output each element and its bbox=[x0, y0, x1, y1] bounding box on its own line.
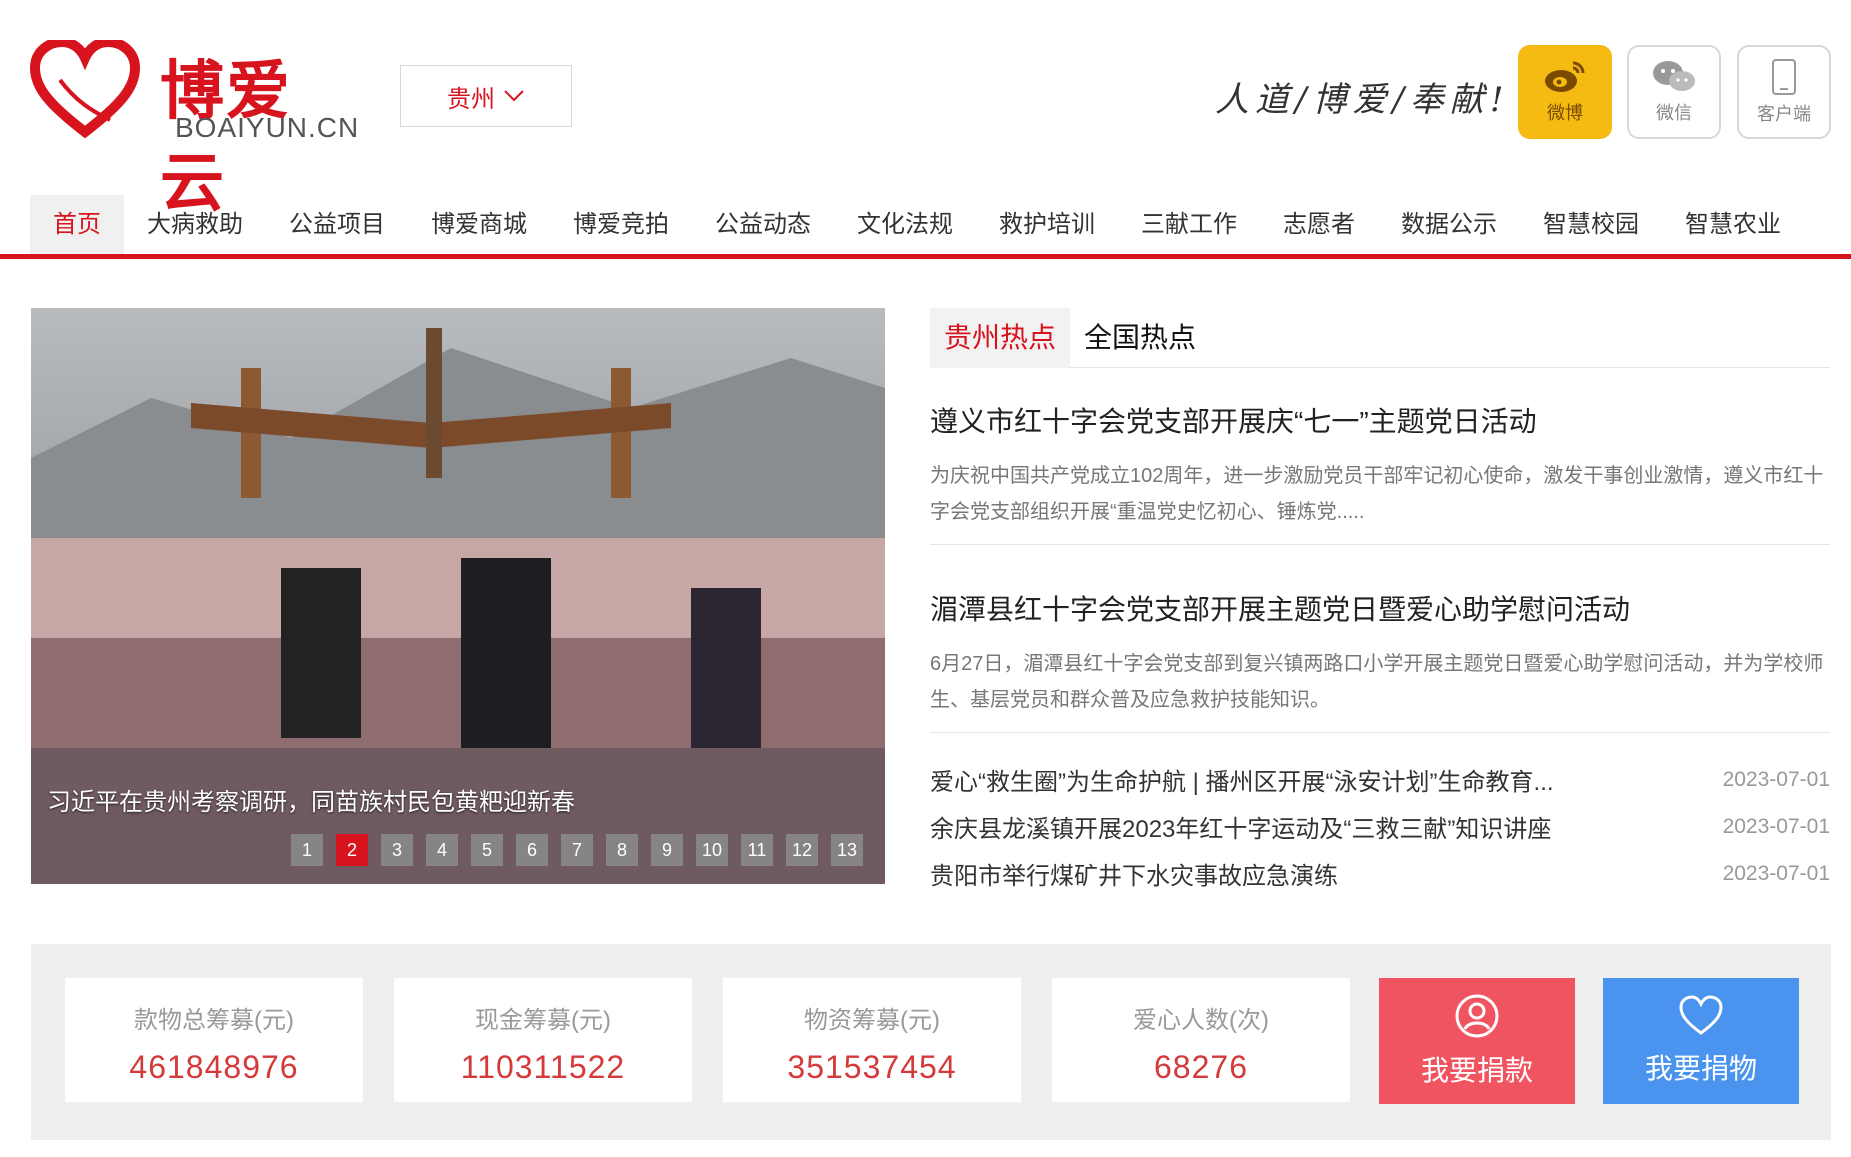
stat-value: 68276 bbox=[1154, 1049, 1248, 1085]
tab-national-hot[interactable]: 全国热点 bbox=[1070, 308, 1210, 368]
weibo-button[interactable]: 微博 bbox=[1518, 45, 1612, 139]
client-label: 客户端 bbox=[1757, 104, 1811, 124]
carousel-page-button[interactable]: 1 bbox=[291, 834, 323, 866]
stat-value: 351537454 bbox=[787, 1049, 957, 1085]
nav-item[interactable]: 博爱竞拍 bbox=[550, 195, 692, 254]
stat-goods: 物资筹募(元) 351537454 bbox=[723, 978, 1021, 1102]
article-summary: 为庆祝中国共产党成立102周年，进一步激励党员干部牢记初心使命，激发干事创业激情… bbox=[930, 465, 1824, 523]
nav-item[interactable]: 数据公示 bbox=[1378, 195, 1520, 254]
nav-item[interactable]: 大病救助 bbox=[124, 195, 266, 254]
stat-label: 爱心人数(次) bbox=[1133, 1007, 1269, 1034]
site-logo[interactable]: 博爱云 BOAIYUN.CN bbox=[30, 40, 358, 221]
donate-goods-label: 我要捐物 bbox=[1644, 1053, 1757, 1084]
article-title[interactable]: 湄潭县红十字会党支部开展主题党日暨爱心助学慰问活动 bbox=[930, 588, 1830, 628]
article-summary: 6月27日，湄潭县红十字会党支部到复兴镇两路口小学开展主题党日暨爱心助学慰问活动… bbox=[930, 653, 1824, 711]
nav-item[interactable]: 首页 bbox=[30, 195, 124, 254]
news-carousel[interactable]: 习近平在贵州考察调研，同苗族村民包黄粑迎新春 1 2 3 4 5 6 7 8 9 10 11 12 13 bbox=[31, 308, 885, 884]
stat-cash: 现金筹募(元) 110311522 bbox=[394, 978, 692, 1102]
stat-donors: 爱心人数(次) 68276 bbox=[1052, 978, 1350, 1102]
carousel-page-button[interactable]: 6 bbox=[516, 834, 548, 866]
stat-total: 款物总筹募(元) 461848976 bbox=[65, 978, 363, 1102]
carousel-page-button[interactable]: 13 bbox=[831, 834, 863, 866]
stat-value: 110311522 bbox=[460, 1049, 626, 1085]
heart-logo-icon bbox=[30, 40, 140, 139]
carousel-pagination: 1 2 3 4 5 6 7 8 9 10 11 12 13 bbox=[291, 834, 863, 866]
region-selector[interactable]: 贵州 bbox=[400, 65, 572, 127]
article-title[interactable]: 遵义市红十字会党支部开展庆“七一”主题党日活动 bbox=[930, 400, 1830, 440]
slogan: 人道/博爱/奉献! bbox=[1215, 80, 1510, 120]
list-item[interactable]: 贵阳市举行煤矿井下水灾事故应急演练 2023-07-01 bbox=[930, 850, 1830, 897]
stat-label: 现金筹募(元) bbox=[475, 1007, 611, 1034]
stat-label: 物资筹募(元) bbox=[804, 1007, 940, 1034]
donate-goods-button[interactable]: 我要捐物 bbox=[1603, 978, 1799, 1104]
list-item-title[interactable]: 爱心“救生圈”为生命护航 | 播州区开展“泳安计划”生命教育... bbox=[930, 762, 1554, 797]
list-item[interactable]: 余庆县龙溪镇开展2023年红十字运动及“三救三献”知识讲座 2023-07-01 bbox=[930, 803, 1830, 850]
carousel-page-button[interactable]: 12 bbox=[786, 834, 818, 866]
wechat-label: 微信 bbox=[1656, 103, 1692, 123]
list-item-date: 2023-07-01 bbox=[1722, 861, 1830, 885]
carousel-page-button[interactable]: 11 bbox=[741, 834, 773, 866]
main-nav: 首页 大病救助 公益项目 博爱商城 博爱竞拍 公益动态 文化法规 救护培训 三献工作 志愿者 数据公… bbox=[0, 195, 1851, 259]
carousel-page-button[interactable]: 2 bbox=[336, 834, 368, 866]
nav-item[interactable]: 文化法规 bbox=[834, 195, 976, 254]
heart-icon bbox=[1679, 995, 1723, 1035]
carousel-caption[interactable]: 习近平在贵州考察调研，同苗族村民包黄粑迎新春 bbox=[47, 782, 575, 817]
hot-tabs: 贵州热点 全国热点 bbox=[930, 308, 1830, 368]
nav-item[interactable]: 公益动态 bbox=[692, 195, 834, 254]
stat-label: 款物总筹募(元) bbox=[134, 1007, 294, 1034]
list-item-title[interactable]: 贵阳市举行煤矿井下水灾事故应急演练 bbox=[930, 856, 1338, 891]
nav-item[interactable]: 志愿者 bbox=[1260, 195, 1378, 254]
nav-item[interactable]: 博爱商城 bbox=[408, 195, 550, 254]
featured-article[interactable]: 湄潭县红十字会党支部开展主题党日暨爱心助学慰问活动 6月27日，湄潭县红十字会党… bbox=[930, 588, 1830, 733]
region-label: 贵州 bbox=[447, 85, 495, 113]
nav-item[interactable]: 智慧农业 bbox=[1662, 195, 1804, 254]
client-button[interactable]: 客户端 bbox=[1737, 45, 1831, 139]
carousel-page-button[interactable]: 5 bbox=[471, 834, 503, 866]
donate-money-label: 我要捐款 bbox=[1420, 1055, 1533, 1086]
stat-value: 461848976 bbox=[129, 1049, 299, 1085]
nav-item[interactable]: 救护培训 bbox=[976, 195, 1118, 254]
nav-item[interactable]: 智慧校园 bbox=[1520, 195, 1662, 254]
list-item-date: 2023-07-01 bbox=[1722, 767, 1830, 791]
list-item-date: 2023-07-01 bbox=[1722, 814, 1830, 838]
weibo-label: 微博 bbox=[1547, 103, 1583, 123]
list-item-title[interactable]: 余庆县龙溪镇开展2023年红十字运动及“三救三献”知识讲座 bbox=[930, 809, 1551, 844]
nav-item[interactable]: 三献工作 bbox=[1118, 195, 1260, 254]
wechat-icon bbox=[1653, 61, 1695, 91]
donation-stats: 款物总筹募(元) 461848976 现金筹募(元) 110311522 物资筹… bbox=[31, 944, 1831, 1140]
list-item[interactable]: 爱心“救生圈”为生命护航 | 播州区开展“泳安计划”生命教育... 2023-0… bbox=[930, 756, 1830, 803]
carousel-page-button[interactable]: 3 bbox=[381, 834, 413, 866]
site-header: 博爱云 BOAIYUN.CN 贵州 人道/博爱/奉献! 微博 微信 客户端 bbox=[0, 0, 1851, 221]
mobile-icon bbox=[1772, 59, 1796, 95]
nav-item[interactable]: 公益项目 bbox=[266, 195, 408, 254]
carousel-page-button[interactable]: 9 bbox=[651, 834, 683, 866]
wechat-button[interactable]: 微信 bbox=[1627, 45, 1721, 139]
news-list: 爱心“救生圈”为生命护航 | 播州区开展“泳安计划”生命教育... 2023-0… bbox=[930, 756, 1830, 897]
chevron-down-icon bbox=[504, 90, 524, 102]
carousel-page-button[interactable]: 4 bbox=[426, 834, 458, 866]
carousel-page-button[interactable]: 10 bbox=[696, 834, 728, 866]
featured-article[interactable]: 遵义市红十字会党支部开展庆“七一”主题党日活动 为庆祝中国共产党成立102周年，… bbox=[930, 400, 1830, 545]
user-icon bbox=[1455, 994, 1499, 1038]
brand-domain: BOAIYUN.CN bbox=[175, 112, 360, 143]
donate-money-button[interactable]: 我要捐款 bbox=[1379, 978, 1575, 1104]
hot-news-panel: 贵州热点 全国热点 遵义市红十字会党支部开展庆“七一”主题党日活动 为庆祝中国共… bbox=[930, 308, 1830, 890]
tab-guizhou-hot[interactable]: 贵州热点 bbox=[930, 308, 1071, 368]
carousel-page-button[interactable]: 7 bbox=[561, 834, 593, 866]
carousel-page-button[interactable]: 8 bbox=[606, 834, 638, 866]
weibo-icon bbox=[1545, 61, 1585, 92]
